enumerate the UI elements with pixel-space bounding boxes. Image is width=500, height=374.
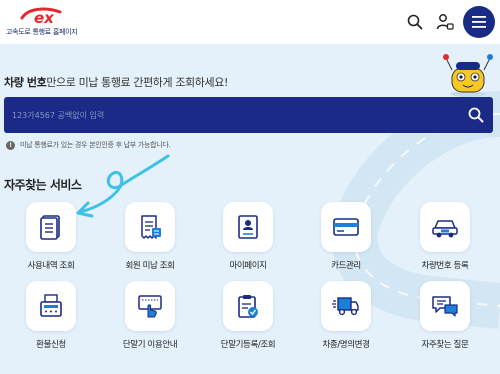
- page-title-bold: 차량 번호: [4, 76, 47, 89]
- cash-register-icon: [26, 281, 76, 331]
- notice-text: 미납 통행료가 있는 경우 본인인증 후 납부 가능합니다.: [20, 141, 171, 149]
- service-label: 자주찾는 질문: [421, 340, 469, 350]
- service-label: 회원 미납 조회: [125, 261, 175, 271]
- service-label: 마이페이지: [229, 261, 267, 271]
- truck-icon: [321, 281, 371, 331]
- service-faq[interactable]: 자주찾는 질문: [405, 281, 485, 356]
- vehicle-search-bar: [4, 97, 493, 133]
- page-title-rest: 만으로 미납 통행료 간편하게 조회하세요!: [46, 76, 228, 89]
- menu-button[interactable]: [463, 6, 495, 38]
- id-card-icon: [223, 202, 273, 252]
- exclamation-icon: !: [6, 140, 15, 150]
- service-vehicle-registration[interactable]: 차량번호 등록: [405, 202, 485, 277]
- unpaid-notice: ! 미납 통행료가 있는 경우 본인인증 후 납부 가능합니다.: [6, 140, 171, 150]
- service-label: 단말기등록/조회: [220, 340, 276, 350]
- svg-text:ex: ex: [34, 9, 55, 26]
- search-submit-icon[interactable]: [466, 105, 486, 125]
- credit-card-icon: [321, 202, 371, 252]
- vehicle-number-input[interactable]: [12, 97, 452, 133]
- service-card-management[interactable]: 카드관리: [306, 202, 386, 277]
- service-member-unpaid[interactable]: 회원 미납 조회: [110, 202, 190, 277]
- section-title: 자주찾는 서비스: [4, 178, 82, 192]
- logo-text: 고속도로 통행료 홈페이지: [6, 28, 78, 36]
- chat-bubbles-icon: [420, 281, 470, 331]
- ex-logo-mark: ex: [20, 7, 62, 26]
- service-label: 환불신청: [36, 340, 66, 350]
- service-vehicle-owner-change[interactable]: 차종/명의변경: [306, 281, 386, 356]
- service-my-page[interactable]: 마이페이지: [208, 202, 288, 277]
- ex-logo[interactable]: ex 고속도로 통행료 홈페이지: [6, 6, 78, 42]
- hamburger-icon: [472, 16, 486, 28]
- service-refund-request[interactable]: 환불신청: [11, 281, 91, 356]
- service-terminal-register[interactable]: 단말기등록/조회: [208, 281, 288, 356]
- service-terminal-guide[interactable]: 단말기 이용안내: [110, 281, 190, 356]
- document-list-icon: [26, 202, 76, 252]
- service-label: 단말기 이용안내: [122, 340, 178, 350]
- page-title: 차량 번호만으로 미납 통행료 간편하게 조회하세요!: [4, 74, 228, 90]
- car-icon: [420, 202, 470, 252]
- clipboard-check-icon: [223, 281, 273, 331]
- search-icon[interactable]: [405, 12, 425, 32]
- service-label: 차량번호 등록: [421, 261, 469, 271]
- service-label: 사용내역 조회: [27, 261, 75, 271]
- terminal-touch-icon: [125, 281, 175, 331]
- header: ex 고속도로 통행료 홈페이지: [0, 0, 500, 44]
- user-lock-icon[interactable]: [435, 12, 455, 32]
- service-usage-history[interactable]: 사용내역 조회: [11, 202, 91, 277]
- service-label: 카드관리: [331, 261, 361, 271]
- toll-mascot-illustration: [443, 54, 493, 97]
- receipt-icon: [125, 202, 175, 252]
- service-label: 차종/명의변경: [322, 340, 370, 350]
